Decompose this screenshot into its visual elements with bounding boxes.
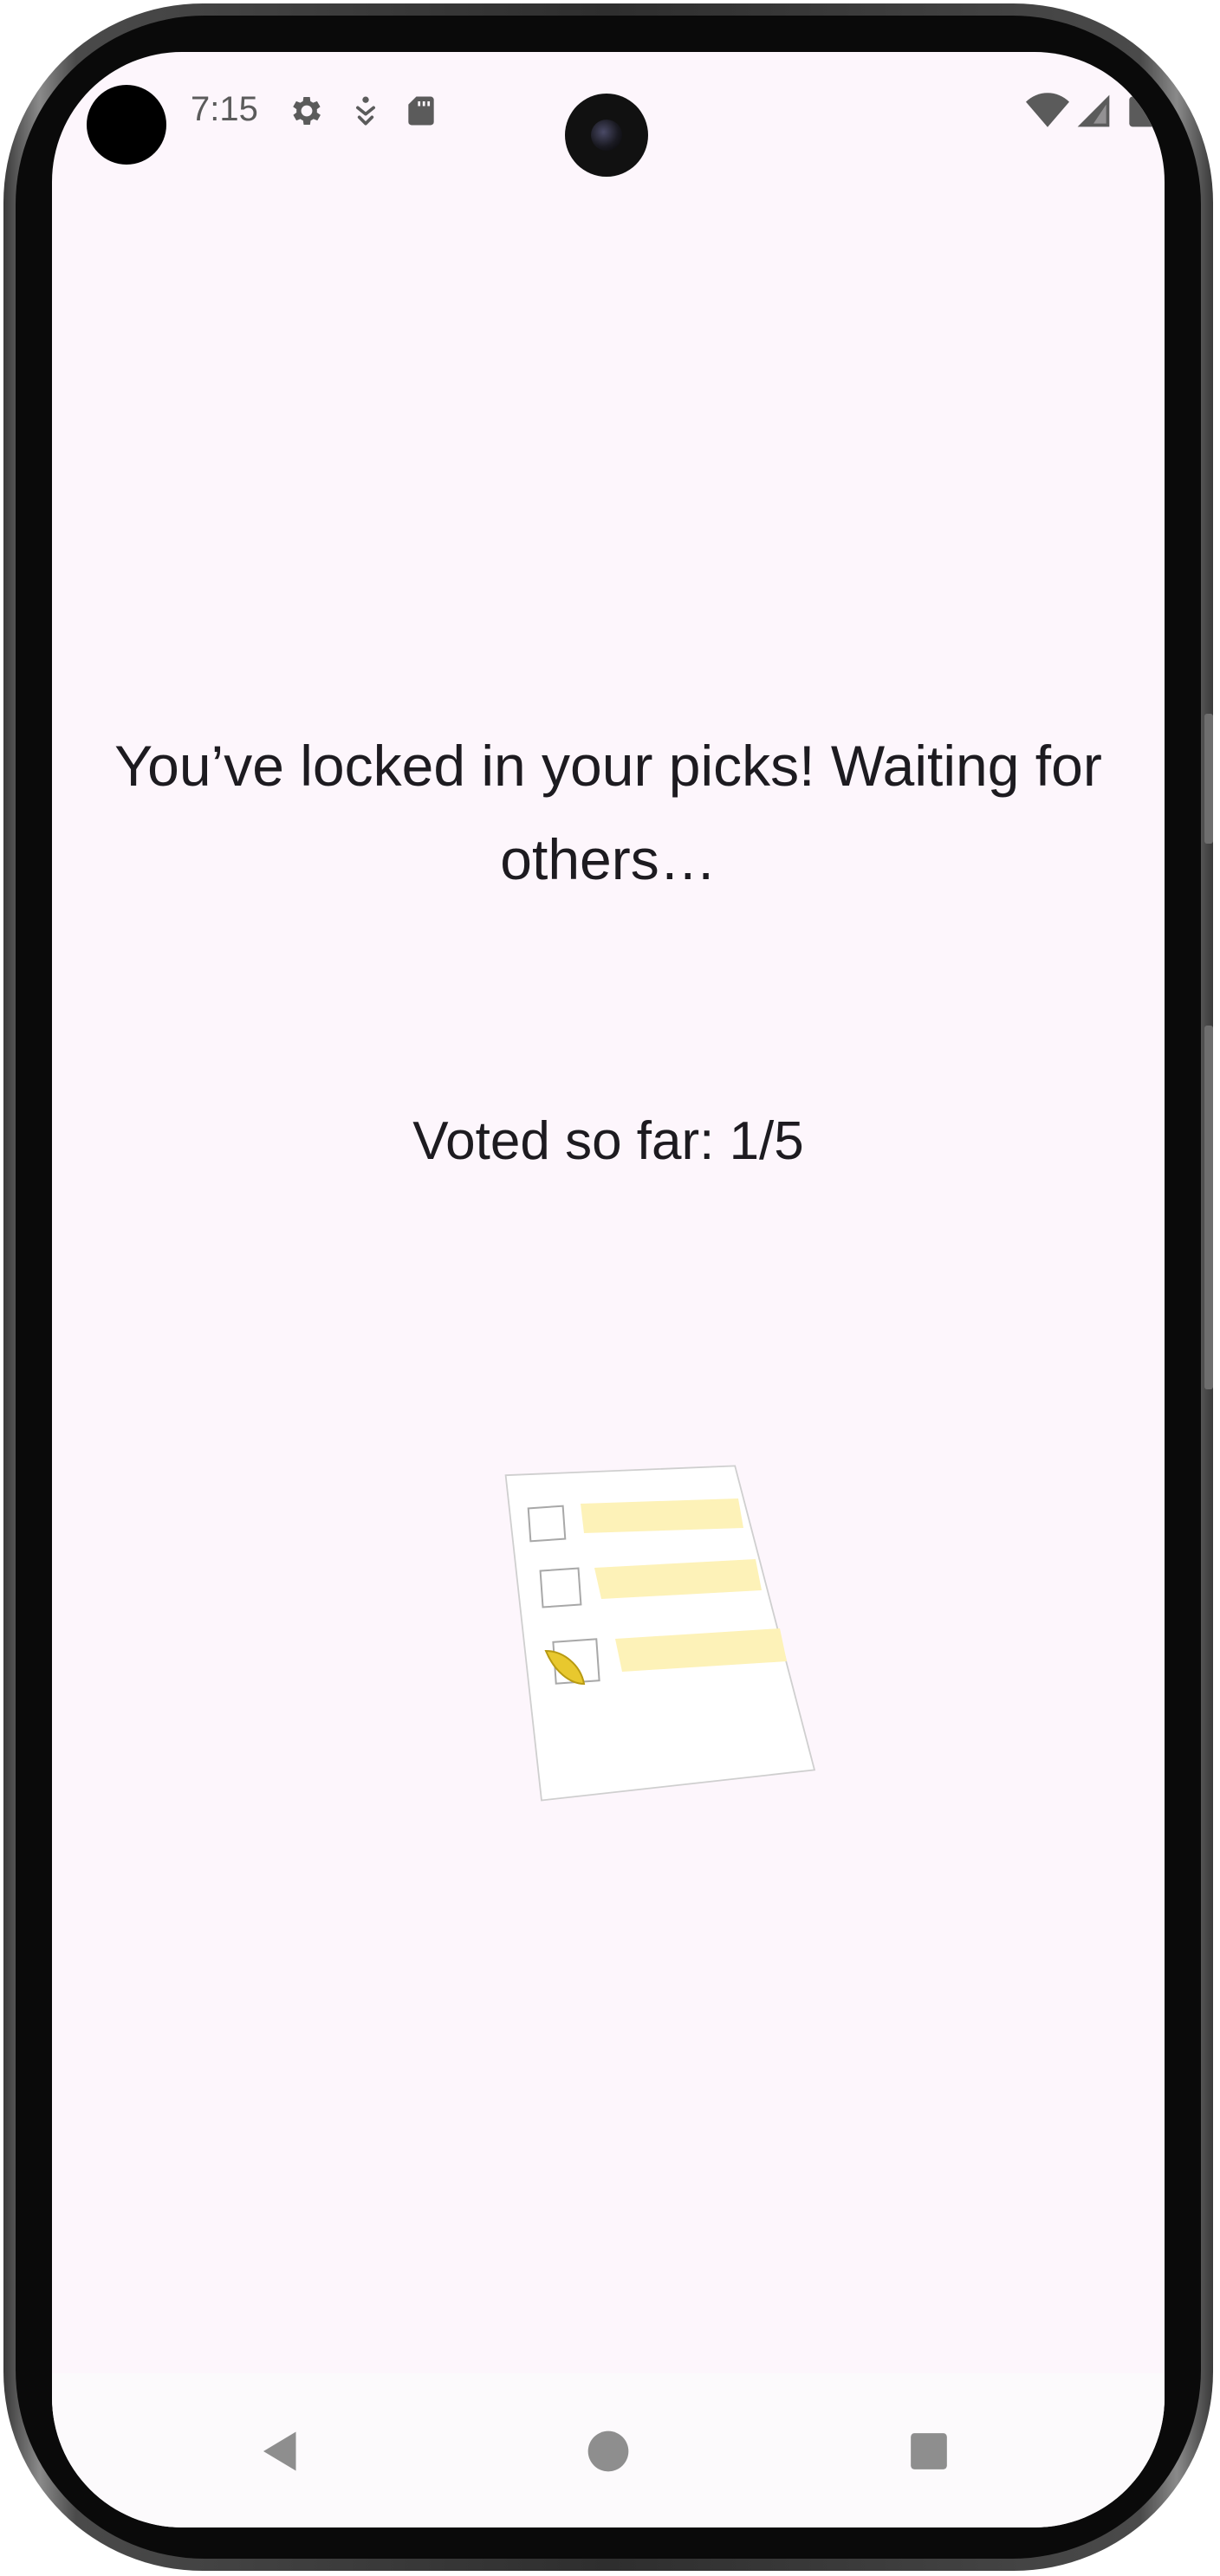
back-icon[interactable] bbox=[237, 2408, 324, 2495]
camera-lens bbox=[591, 120, 622, 151]
app-screen: 7:15 You’ve locked in your picks! Waitin… bbox=[52, 52, 1165, 2527]
front-sensor bbox=[87, 85, 166, 165]
wifi-icon bbox=[1026, 92, 1069, 130]
status-time: 7:15 bbox=[191, 90, 258, 128]
front-camera bbox=[565, 94, 648, 177]
accessibility-download-icon bbox=[347, 92, 385, 130]
device-frame: 7:15 You’ve locked in your picks! Waitin… bbox=[0, 0, 1220, 2576]
sd-card-icon bbox=[402, 92, 440, 130]
ballot-checklist-illustration bbox=[425, 1438, 823, 1836]
waiting-message: You’ve locked in your picks! Waiting for… bbox=[114, 734, 1102, 891]
battery-icon bbox=[1123, 92, 1161, 130]
system-nav-bar bbox=[52, 2373, 1165, 2527]
home-icon[interactable] bbox=[565, 2408, 652, 2495]
settings-icon bbox=[288, 92, 326, 130]
cell-signal-icon bbox=[1074, 92, 1113, 130]
volume-button bbox=[1204, 714, 1213, 844]
recents-icon[interactable] bbox=[886, 2408, 972, 2495]
power-button bbox=[1204, 1026, 1213, 1389]
vote-counter: Voted so far: 1/5 bbox=[412, 1111, 804, 1171]
